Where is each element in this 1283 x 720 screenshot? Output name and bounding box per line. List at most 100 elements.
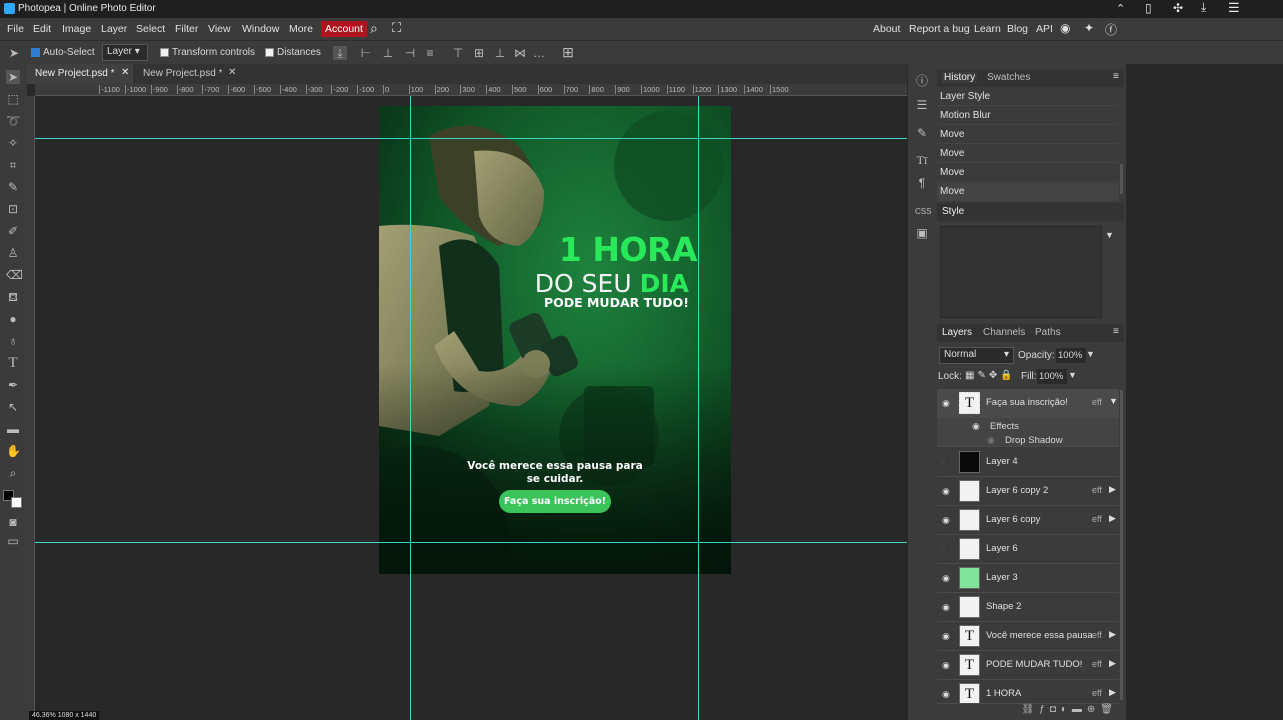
menu-image[interactable]: Image — [62, 23, 91, 35]
cta-button[interactable]: Faça sua inscrição! — [499, 490, 611, 513]
guide-horizontal-top[interactable] — [35, 138, 907, 139]
fx-icon[interactable]: ƒ — [1039, 704, 1050, 715]
align-bottom-icon[interactable]: ⊥ — [493, 46, 507, 60]
expand-effects-icon[interactable]: ▶ — [1109, 513, 1116, 524]
eyedropper-tool-icon[interactable]: ✎ — [6, 180, 20, 194]
menu-window[interactable]: Window — [242, 23, 279, 35]
crop-tool-icon[interactable]: ⌗ — [6, 158, 20, 172]
lock-options-icon[interactable]: ▦✎✥🔒 — [965, 370, 1016, 381]
layer-row[interactable]: ▫ Layer 6 — [937, 535, 1119, 564]
layer-row[interactable]: ◉ T PODE MUDAR TUDO! eff ▶ — [937, 651, 1119, 680]
chevron-up-icon[interactable]: ⌃ — [1116, 2, 1125, 15]
history-scrollbar[interactable] — [1120, 164, 1123, 194]
blend-mode-dropdown[interactable]: Normal ▾ — [939, 347, 1014, 364]
transform-controls-checkbox[interactable]: Transform controls — [160, 47, 255, 58]
fill-input[interactable]: 100% — [1037, 369, 1067, 384]
lasso-tool-icon[interactable]: ➰ — [6, 114, 21, 128]
brush-settings-icon[interactable]: ✎ — [915, 126, 929, 140]
fill-dropdown-icon[interactable]: ▼ — [1068, 370, 1077, 380]
layer-row[interactable]: ◉ Layer 3 — [937, 564, 1119, 593]
eye-icon[interactable]: ◉ — [942, 486, 952, 496]
align-vcenter-icon[interactable]: ⊞ — [472, 46, 486, 60]
hamburger-menu-icon[interactable]: ☰ — [1228, 0, 1240, 16]
expand-effects-icon[interactable]: ▶ — [1109, 687, 1116, 698]
history-item-current[interactable]: Move — [937, 183, 1119, 201]
poster-canvas[interactable]: 1 HORA DO SEU DIA PODE MUDAR TUDO! Você … — [379, 106, 731, 574]
fx-badge[interactable]: eff — [1092, 630, 1102, 640]
guide-horizontal-bottom[interactable] — [35, 542, 907, 543]
eye-hidden-icon[interactable]: ▫ — [942, 457, 952, 467]
align-center-icon[interactable]: ⊥ — [381, 46, 395, 60]
layer-row[interactable]: ◉ Layer 6 copy 2 eff ▶ — [937, 477, 1119, 506]
guide-vertical-left[interactable] — [410, 96, 411, 720]
stamp-tool-icon[interactable]: ♙ — [6, 246, 20, 260]
search-icon[interactable]: ⌕ — [370, 20, 378, 37]
marquee-tool-icon[interactable]: ⬚ — [6, 92, 20, 106]
image-icon[interactable]: ▣ — [915, 226, 929, 240]
fx-badge[interactable]: eff — [1092, 397, 1102, 407]
tab-swatches[interactable]: Swatches — [987, 72, 1030, 83]
adjustment-layer-icon[interactable]: ◐ — [1061, 704, 1072, 715]
menu-layer[interactable]: Layer — [101, 23, 127, 35]
align-middle-icon[interactable]: ≡ — [423, 46, 437, 60]
history-item[interactable]: Move — [937, 164, 1119, 182]
layers-footer-actions[interactable]: ⛓ƒ◘◐▬⊕🗑 — [937, 704, 1124, 720]
collapse-effects-icon[interactable]: ▼ — [1109, 396, 1118, 406]
opacity-dropdown-icon[interactable]: ▼ — [1086, 349, 1095, 359]
layer-select-dropdown[interactable]: Layer ▾ — [102, 44, 148, 61]
rectangle-tool-icon[interactable]: ▬ — [6, 422, 20, 436]
screen-mode-icon[interactable]: ▭ — [6, 534, 20, 548]
eye-hidden-icon[interactable]: ▫ — [942, 544, 952, 554]
opacity-input[interactable]: 100% — [1056, 348, 1086, 363]
link-layers-icon[interactable]: ⛓ — [1022, 704, 1040, 715]
brush-tool-icon[interactable]: ✐ — [6, 224, 20, 238]
menu-filter[interactable]: Filter — [175, 23, 198, 35]
paragraph-icon[interactable]: ¶ — [915, 176, 929, 190]
style-dropdown-icon[interactable]: ▼ — [1105, 230, 1114, 240]
tab-new-project-1[interactable]: New Project.psd * ✕ — [27, 64, 133, 84]
menu-more[interactable]: More — [289, 23, 313, 35]
move-tool-icon[interactable]: ➤ — [6, 70, 20, 84]
eye-icon[interactable]: ◉ — [942, 631, 952, 641]
hand-tool-icon[interactable]: ✋ — [6, 444, 21, 458]
layers-scrollbar[interactable] — [1120, 390, 1123, 700]
info-icon[interactable]: ⓘ — [915, 74, 929, 88]
eye-icon[interactable]: ◉ — [942, 602, 952, 612]
download-icon[interactable]: ⤓ — [1201, 0, 1206, 15]
layer-row[interactable]: ▫ Layer 4 — [937, 448, 1119, 477]
eye-icon[interactable]: ◉ — [942, 515, 952, 525]
layers-panel-menu-icon[interactable]: ≡ — [1113, 326, 1119, 337]
history-item[interactable]: Layer Style — [937, 88, 1119, 106]
fx-badge[interactable]: eff — [1092, 514, 1102, 524]
history-item[interactable]: Motion Blur — [937, 107, 1119, 125]
menu-view[interactable]: View — [208, 23, 231, 35]
close-icon[interactable]: ✕ — [228, 67, 236, 78]
tab-channels[interactable]: Channels — [983, 327, 1025, 338]
menu-learn[interactable]: Learn — [974, 23, 1001, 35]
character-icon[interactable]: Tī — [915, 153, 929, 167]
new-layer-icon[interactable]: ⊕ — [1087, 704, 1100, 715]
tab-paths[interactable]: Paths — [1035, 327, 1061, 338]
path-select-tool-icon[interactable]: ↖ — [6, 400, 20, 414]
eye-icon-hidden[interactable]: ◉ — [987, 435, 995, 446]
layer-row[interactable]: ◉ T Você merece essa pausa eff ▶ — [937, 622, 1119, 651]
close-icon[interactable]: ✕ — [121, 67, 129, 78]
tab-history[interactable]: History — [942, 72, 978, 83]
more-options-icon[interactable]: … — [532, 46, 546, 60]
menu-file[interactable]: File — [7, 23, 24, 35]
eye-icon[interactable]: ◉ — [942, 398, 952, 408]
distances-checkbox[interactable]: Distances — [265, 47, 321, 58]
blur-tool-icon[interactable]: ● — [6, 312, 20, 326]
align-left-icon[interactable]: ⊢ — [359, 46, 373, 60]
magic-wand-tool-icon[interactable]: ✧ — [6, 136, 20, 150]
expand-effects-icon[interactable]: ▶ — [1109, 658, 1116, 669]
layer-row[interactable]: ◉ Shape 2 — [937, 593, 1119, 622]
menu-report-bug[interactable]: Report a bug — [909, 23, 970, 35]
eye-icon[interactable]: ◉ — [942, 573, 952, 583]
menu-about[interactable]: About — [873, 23, 900, 35]
auto-select-checkbox[interactable]: Auto-Select — [31, 47, 95, 58]
healing-tool-icon[interactable]: ⊡ — [6, 202, 20, 216]
eraser-tool-icon[interactable]: ⌫ — [6, 268, 23, 282]
fullscreen-icon[interactable]: ⛶ — [392, 20, 401, 36]
twitter-icon[interactable]: ✦ — [1084, 21, 1094, 35]
